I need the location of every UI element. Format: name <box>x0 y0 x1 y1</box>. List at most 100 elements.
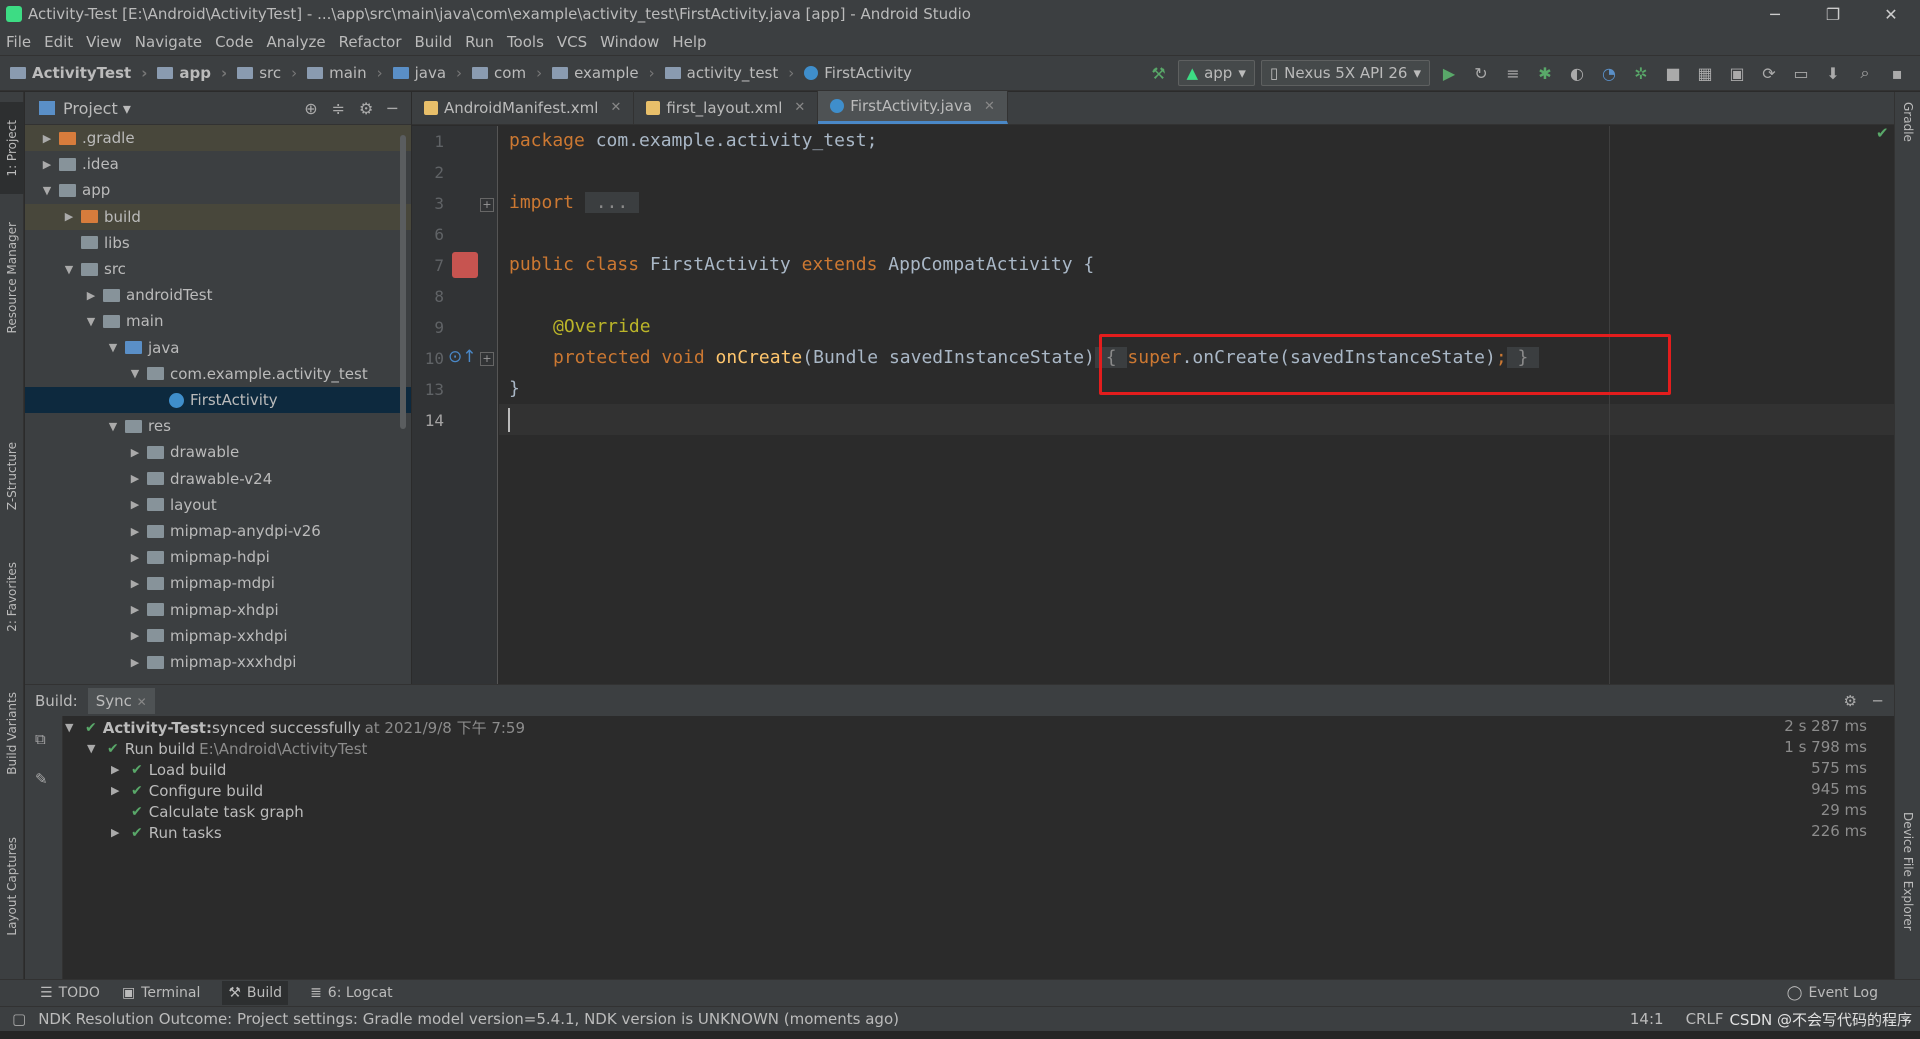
gear-icon[interactable]: ⚙ <box>1844 692 1857 710</box>
menu-refactor[interactable]: Refactor <box>339 33 402 51</box>
tree-item[interactable]: ▼ com.example.activity_test <box>25 361 411 387</box>
menu-code[interactable]: Code <box>215 33 253 51</box>
chevron-down-icon[interactable]: ▼ <box>61 263 77 276</box>
toggle-view-icon[interactable]: ⧉ <box>35 730 46 748</box>
fold-method-icon[interactable]: + <box>480 352 494 366</box>
tree-item[interactable]: ▶ androidTest <box>25 282 411 308</box>
override-marker-icon[interactable]: ⊙↑ <box>448 347 477 367</box>
breadcrumb-com[interactable]: com › <box>472 64 542 82</box>
chevron-down-icon[interactable]: ▼ <box>83 315 99 328</box>
chevron-right-icon[interactable]: ▶ <box>127 551 143 564</box>
run-icon[interactable]: ▶ <box>1436 61 1462 85</box>
search-icon[interactable]: ⌕ <box>1852 61 1878 85</box>
chevron-down-icon[interactable]: ▼ <box>105 341 121 354</box>
chevron-right-icon[interactable]: ▶ <box>127 525 143 538</box>
project-scrollbar[interactable] <box>400 135 406 429</box>
tree-item[interactable]: ▶ mipmap-hdpi <box>25 544 411 570</box>
folded-imports[interactable]: ... <box>584 192 640 213</box>
coverage-icon[interactable]: ◐ <box>1564 61 1590 85</box>
chevron-down-icon[interactable]: ▼ <box>127 367 143 380</box>
tool-tab-project[interactable]: 1: Project <box>0 102 24 194</box>
build-row-load-build[interactable]: ▶ ✔ Load build <box>111 759 226 780</box>
menu-build[interactable]: Build <box>415 33 453 51</box>
tool-tab-structure[interactable]: Z-Structure <box>0 442 24 510</box>
debug-icon[interactable]: ✱ <box>1532 61 1558 85</box>
menu-navigate[interactable]: Navigate <box>135 33 202 51</box>
chevron-down-icon[interactable]: ▼ <box>87 742 103 755</box>
avd-manager-icon[interactable]: ▭ <box>1788 61 1814 85</box>
chevron-right-icon[interactable]: ▶ <box>83 289 99 302</box>
menu-tools[interactable]: Tools <box>507 33 544 51</box>
tree-item[interactable]: ▶ mipmap-xxxhdpi <box>25 649 411 675</box>
menu-vcs[interactable]: VCS <box>557 33 587 51</box>
tree-item[interactable]: ▼ app <box>25 177 411 203</box>
tree-item[interactable]: ▶ .gradle <box>25 125 411 151</box>
locate-file-icon[interactable]: ⊕ <box>304 99 317 118</box>
fold-import-icon[interactable]: + <box>480 198 494 212</box>
tree-item[interactable]: FirstActivity <box>25 387 411 413</box>
tab-firstactivity[interactable]: FirstActivity.java ✕ <box>818 91 1008 124</box>
breadcrumb-activity-test[interactable]: activity_test › <box>664 64 794 82</box>
menu-edit[interactable]: Edit <box>44 33 73 51</box>
tab-androidmanifest[interactable]: AndroidManifest.xml ✕ <box>412 91 635 124</box>
menu-analyze[interactable]: Analyze <box>266 33 325 51</box>
stop-icon[interactable]: ■ <box>1660 61 1686 85</box>
breadcrumb-activitytest[interactable]: ActivityTest › <box>10 64 147 82</box>
build-row-sync[interactable]: ▼ ✔ Activity-Test: synced successfully at 2… <box>65 717 525 738</box>
tool-tab-device-file-explorer[interactable]: Device File Explorer <box>1895 812 1920 931</box>
layout-inspector-icon[interactable]: ▣ <box>1724 61 1750 85</box>
device-select[interactable]: ▯ Nexus 5X API 26 ▾ <box>1260 60 1430 86</box>
chevron-right-icon[interactable]: ▶ <box>127 656 143 669</box>
menu-window[interactable]: Window <box>600 33 659 51</box>
tree-item[interactable]: ▶ mipmap-anydpi-v26 <box>25 518 411 544</box>
account-icon[interactable]: ▪ <box>1884 61 1910 85</box>
menu-file[interactable]: File <box>6 33 31 51</box>
activity-layout-icon[interactable] <box>452 252 478 278</box>
tool-tab-todo[interactable]: ☰ TODO <box>40 985 100 1001</box>
chevron-right-icon[interactable]: ▶ <box>127 472 143 485</box>
line-separator[interactable]: CRLF <box>1686 1010 1724 1028</box>
chevron-right-icon[interactable]: ▶ <box>127 577 143 590</box>
project-structure-icon[interactable]: ▦ <box>1692 61 1718 85</box>
build-row-run-tasks[interactable]: ▶ ✔ Run tasks <box>111 822 222 843</box>
status-message[interactable]: NDK Resolution Outcome: Project settings… <box>38 1010 899 1028</box>
chevron-right-icon[interactable]: ▶ <box>127 446 143 459</box>
close-icon[interactable]: ✕ <box>610 100 621 115</box>
tree-item[interactable]: ▼ res <box>25 413 411 439</box>
chevron-down-icon[interactable]: ▼ <box>105 420 121 433</box>
tree-item[interactable]: ▶ build <box>25 203 411 230</box>
breadcrumb-example[interactable]: example › <box>552 64 655 82</box>
build-row-task-graph[interactable]: ✔ Calculate task graph <box>131 801 304 822</box>
tree-item[interactable]: ▶ mipmap-xxhdpi <box>25 623 411 649</box>
tree-item[interactable]: ▶ drawable <box>25 439 411 465</box>
build-row-run-build[interactable]: ▼ ✔ Run build E:\Android\ActivityTest <box>87 738 367 759</box>
tab-first-layout[interactable]: first_layout.xml ✕ <box>634 91 819 124</box>
tool-tab-layout-captures[interactable]: Layout Captures <box>0 837 24 936</box>
chevron-right-icon[interactable]: ▶ <box>111 826 127 839</box>
sync-gradle-icon[interactable]: ⟳ <box>1756 61 1782 85</box>
tree-item[interactable]: ▶ drawable-v24 <box>25 466 411 492</box>
tree-item[interactable]: ▶ .idea <box>25 151 411 177</box>
chevron-right-icon[interactable]: ▶ <box>127 498 143 511</box>
collapse-all-icon[interactable]: ≑ <box>332 99 345 118</box>
tool-tab-build[interactable]: ⚒ Build <box>222 981 289 1005</box>
caret-position[interactable]: 14:1 <box>1630 1010 1664 1028</box>
run-config-select[interactable]: ▲ app ▾ <box>1177 60 1255 86</box>
tool-tab-terminal[interactable]: ▣ Terminal <box>122 985 200 1001</box>
tool-tab-gradle[interactable]: Gradle <box>1895 102 1920 142</box>
tool-tab-favorites[interactable]: 2: Favorites <box>0 562 24 632</box>
menu-view[interactable]: View <box>86 33 122 51</box>
minimize-button[interactable]: ─ <box>1746 5 1804 24</box>
status-toggle-icon[interactable]: ▢ <box>12 1010 26 1028</box>
rerun-icon[interactable]: ↻ <box>1468 61 1494 85</box>
tool-tab-build-variants[interactable]: Build Variants <box>0 692 24 775</box>
inspection-ok-icon[interactable]: ✔ <box>1876 124 1889 142</box>
build-row-configure-build[interactable]: ▶ ✔ Configure build <box>111 780 263 801</box>
code-editor[interactable]: package com.example.activity_test; impor… <box>499 126 1894 684</box>
chevron-right-icon[interactable]: ▶ <box>39 158 55 171</box>
project-view-select[interactable]: Project ▾ <box>63 99 131 118</box>
chevron-right-icon[interactable]: ▶ <box>111 763 127 776</box>
menu-help[interactable]: Help <box>672 33 706 51</box>
hide-panel-icon[interactable]: ─ <box>387 99 397 118</box>
restore-button[interactable]: ❐ <box>1804 5 1862 24</box>
